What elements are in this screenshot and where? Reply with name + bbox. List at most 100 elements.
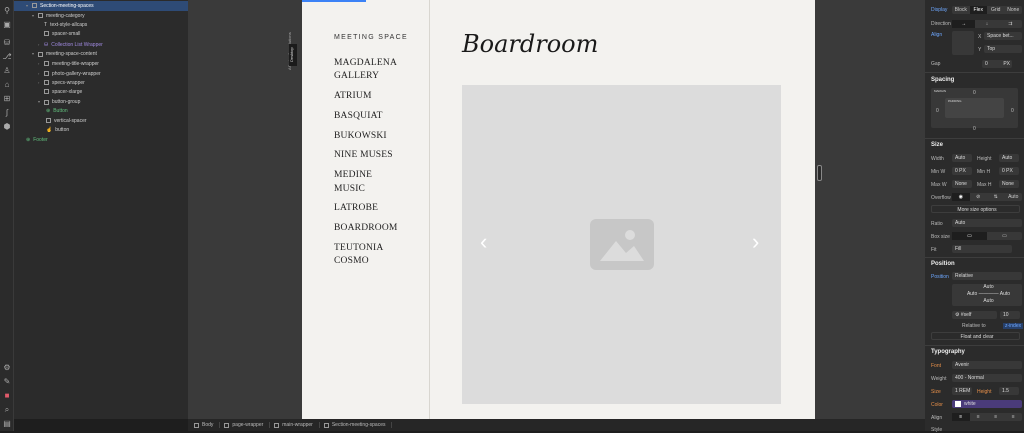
overflow-visible-icon[interactable]: ◉: [952, 193, 970, 201]
nav-item[interactable]: › ⛁ Collection List Wrapper: [14, 40, 188, 50]
apps-icon[interactable]: ⬢: [2, 122, 12, 132]
breadcrumb-item[interactable]: main-wrapper: [274, 422, 320, 428]
font-select[interactable]: Avenir: [952, 361, 1022, 369]
align-justify-icon[interactable]: ≡: [1005, 413, 1023, 421]
nav-item[interactable]: vertical-spacer: [14, 117, 188, 127]
prev-arrow-icon[interactable]: ‹: [480, 231, 487, 253]
space-link[interactable]: ATRIUM: [334, 90, 398, 103]
page-preview[interactable]: MEETING SPACE MAGDALENA GALLERY ATRIUM B…: [302, 0, 815, 419]
max-height-input[interactable]: None: [999, 180, 1019, 188]
gap-input[interactable]: 0 PX: [982, 60, 1012, 68]
float-clear-button[interactable]: Float and clear: [931, 332, 1020, 340]
next-arrow-icon[interactable]: ›: [752, 231, 759, 253]
space-link[interactable]: NINE MUSES: [334, 149, 398, 162]
align-center-icon[interactable]: ≡: [970, 413, 988, 421]
offset-box[interactable]: Auto Auto ———— Auto Auto: [952, 284, 1022, 306]
align-grid[interactable]: [952, 31, 974, 55]
relative-to-select[interactable]: ⚙ #self: [952, 311, 997, 319]
display-selector[interactable]: Block Flex Grid None: [952, 6, 1022, 14]
pages-icon[interactable]: ▣: [2, 20, 12, 30]
margin-right[interactable]: 0: [1011, 108, 1014, 114]
height-input[interactable]: Auto: [999, 154, 1019, 162]
search-icon[interactable]: ⌕: [2, 405, 12, 415]
align-select[interactable]: Top: [984, 45, 1022, 53]
weight-select[interactable]: 400 - Normal: [952, 374, 1022, 382]
breadcrumb-item[interactable]: page-wrapper: [224, 422, 271, 428]
logic-icon[interactable]: ∫: [2, 108, 12, 118]
nav-item[interactable]: spacer-xlarge: [14, 88, 188, 98]
nav-label: button-group: [52, 99, 81, 106]
nav-item[interactable]: › specs-wrapper: [14, 78, 188, 88]
space-link[interactable]: BASQUIAT: [334, 110, 398, 123]
nav-item[interactable]: ▾ button-group: [14, 97, 188, 107]
nav-item[interactable]: ▾ meeting-space-content: [14, 49, 188, 59]
align-left-icon[interactable]: ≡: [952, 413, 970, 421]
overflow-auto[interactable]: Auto: [1005, 193, 1023, 201]
space-link[interactable]: LATROBE: [334, 202, 398, 215]
users-icon[interactable]: ♙: [2, 66, 12, 76]
overflow-scroll-icon[interactable]: ⇅: [987, 193, 1005, 201]
space-link[interactable]: BUKOWSKI: [334, 130, 398, 143]
nav-item[interactable]: ▾ Section-meeting-spaces: [14, 1, 188, 11]
overflow-selector[interactable]: ◉ ⊘ ⇅ Auto: [952, 193, 1022, 201]
position-select[interactable]: Relative: [952, 272, 1022, 280]
ratio-select[interactable]: Auto: [952, 219, 1022, 227]
color-input[interactable]: white: [952, 400, 1022, 408]
more-size-options-button[interactable]: More size options: [931, 205, 1020, 213]
nav-item[interactable]: Ttext-style-allcaps: [14, 21, 188, 31]
cms-icon[interactable]: ⛁: [2, 38, 12, 48]
display-block[interactable]: Block: [952, 6, 970, 14]
text-icon: T: [44, 21, 48, 28]
components-icon[interactable]: ⊞: [2, 94, 12, 104]
nav-item[interactable]: ☝ button: [14, 126, 188, 136]
record-icon[interactable]: ■: [2, 391, 12, 401]
zindex-input[interactable]: 10: [1000, 311, 1020, 319]
margin-bottom[interactable]: 0: [973, 126, 976, 132]
space-link[interactable]: MEDINE MUSIC: [334, 169, 398, 196]
breakpoint-label[interactable]: Desktop: [289, 44, 297, 66]
settings-icon[interactable]: ⚙: [2, 363, 12, 373]
direction-row-icon[interactable]: →: [952, 20, 976, 28]
min-height-input[interactable]: 0 PX: [999, 167, 1019, 175]
padding-box[interactable]: PADDING: [945, 98, 1004, 118]
nav-item[interactable]: › photo-gallery-wrapper: [14, 69, 188, 79]
audit-icon[interactable]: ✎: [2, 377, 12, 387]
align-right-icon[interactable]: ≡: [987, 413, 1005, 421]
box-size-selector[interactable]: ▭ ▭: [952, 232, 1022, 240]
display-none[interactable]: None: [1005, 6, 1023, 14]
direction-selector[interactable]: → ↓ ⇉: [952, 20, 1022, 28]
breadcrumb-item[interactable]: Section-meeting-spaces: [323, 422, 393, 428]
space-link[interactable]: TEUTONIA COSMO: [334, 242, 398, 269]
nav-item[interactable]: ⊕ Footer: [14, 136, 188, 146]
fit-select[interactable]: Fill: [952, 245, 1012, 253]
help-icon[interactable]: ▤: [2, 419, 12, 429]
breadcrumb-item[interactable]: Body: [194, 422, 221, 428]
ecommerce-icon[interactable]: ⎇: [2, 52, 12, 62]
navigator-icon[interactable]: ⚲: [2, 6, 12, 16]
nav-item[interactable]: ⊕ Button: [14, 107, 188, 117]
assets-icon[interactable]: ⌂: [2, 80, 12, 90]
nav-item[interactable]: › meeting-title-wrapper: [14, 59, 188, 69]
space-link[interactable]: BOARDROOM: [334, 222, 398, 235]
width-input[interactable]: Auto: [952, 154, 972, 162]
resize-handle[interactable]: [817, 165, 822, 181]
nav-item[interactable]: spacer-small: [14, 30, 188, 40]
min-width-input[interactable]: 0 PX: [952, 167, 972, 175]
max-width-input[interactable]: None: [952, 180, 972, 188]
margin-top[interactable]: 0: [973, 90, 976, 96]
justify-select[interactable]: Space bet...: [984, 32, 1022, 40]
nav-item[interactable]: ▾ meeting-category: [14, 11, 188, 21]
overflow-hidden-icon[interactable]: ⊘: [970, 193, 988, 201]
direction-wrap-icon[interactable]: ⇉: [999, 20, 1022, 28]
line-height-input[interactable]: 1.5: [999, 387, 1019, 395]
border-box-icon[interactable]: ▭: [952, 232, 987, 240]
content-box-icon[interactable]: ▭: [987, 232, 1022, 240]
display-grid[interactable]: Grid: [987, 6, 1005, 14]
direction-column-icon[interactable]: ↓: [975, 20, 998, 28]
nav-label: text-style-allcaps: [50, 21, 88, 28]
space-link[interactable]: MAGDALENA GALLERY: [334, 57, 398, 84]
margin-left[interactable]: 0: [936, 108, 939, 114]
text-align-selector[interactable]: ≡ ≡ ≡ ≡: [952, 413, 1022, 421]
font-size-input[interactable]: 1 REM: [952, 387, 972, 395]
display-flex[interactable]: Flex: [969, 6, 987, 14]
